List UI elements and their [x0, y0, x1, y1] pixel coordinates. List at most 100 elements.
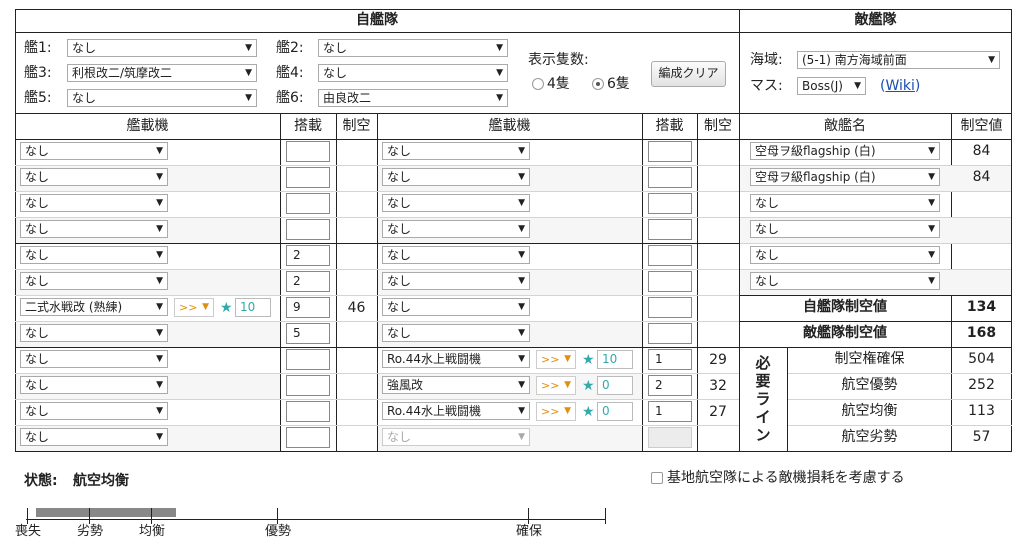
own-fleet-header: 自艦隊 — [356, 12, 398, 28]
enemy-ship-select-5[interactable]: なし ▼ — [750, 246, 940, 264]
mid-slot-input-9[interactable]: 1 — [648, 349, 692, 370]
mid-equip-select-5[interactable]: なし ▼ — [382, 246, 530, 264]
left-proficiency-select-7[interactable]: >> ▼ — [174, 298, 214, 317]
required-value-2: 252 — [968, 377, 995, 393]
left-slot-input-8[interactable]: 5 — [286, 323, 330, 344]
gauge-label-2: 劣勢 — [76, 524, 103, 539]
clear-formation-button[interactable]: 編成クリア — [651, 61, 726, 87]
mid-slot-input-7[interactable] — [648, 297, 692, 318]
left-slot-input-3[interactable] — [286, 193, 330, 214]
mid-slot-input-10[interactable]: 2 — [648, 375, 692, 396]
mid-equip-select-8[interactable]: なし ▼ — [382, 324, 530, 342]
ship4-label: 艦4: — [276, 65, 304, 81]
ship1-select[interactable]: なし ▼ — [67, 39, 257, 57]
mid-air-value-11: 27 — [709, 404, 727, 420]
left-equip-select-5[interactable]: なし ▼ — [20, 246, 168, 264]
mid-improvement-input-9[interactable]: 10 — [597, 350, 633, 369]
left-improvement-input-7[interactable]: 10 — [235, 298, 271, 317]
mid-slot-input-8[interactable] — [648, 323, 692, 344]
ship6-select[interactable]: 由良改二 ▼ — [318, 89, 508, 107]
mid-equip-select-7[interactable]: なし ▼ — [382, 298, 530, 316]
enemy-ship-select-6[interactable]: なし ▼ — [750, 272, 940, 290]
cell-select[interactable]: Boss(J) ▼ — [797, 77, 866, 95]
mid-improvement-input-11[interactable]: 0 — [597, 402, 633, 421]
mid-slot-input-12[interactable] — [648, 427, 692, 448]
enemy-ship-select-3[interactable]: なし ▼ — [750, 194, 940, 212]
left-equip-select-2[interactable]: なし ▼ — [20, 168, 168, 186]
required-char-2: 要 — [755, 372, 771, 390]
enemy-ship-select-4[interactable]: なし ▼ — [750, 220, 940, 238]
gauge-baseline — [26, 519, 606, 520]
required-char-5: ン — [755, 426, 771, 444]
left-equip-select-4[interactable]: なし ▼ — [20, 220, 168, 238]
left-equip-select-7[interactable]: 二式水戦改 (熟練) ▼ — [20, 298, 168, 316]
left-slot-input-9[interactable] — [286, 349, 330, 370]
mid-equip-select-10[interactable]: 強風改 ▼ — [382, 376, 530, 394]
left-slot-input-6[interactable]: 2 — [286, 271, 330, 292]
mid-proficiency-select-10[interactable]: >> ▼ — [536, 376, 576, 395]
ship2-select[interactable]: なし ▼ — [318, 39, 508, 57]
required-label-3: 航空均衡 — [841, 403, 898, 419]
mid-proficiency-select-9[interactable]: >> ▼ — [536, 350, 576, 369]
mid-equip-select-3[interactable]: なし ▼ — [382, 194, 530, 212]
mid-slot-input-6[interactable] — [648, 271, 692, 292]
left-slot-input-11[interactable] — [286, 401, 330, 422]
mid-slot-input-4[interactable] — [648, 219, 692, 240]
left-equip-select-6[interactable]: なし ▼ — [20, 272, 168, 290]
own-air-total-label: 自艦隊制空値 — [803, 299, 887, 315]
mid-slot-input-1[interactable] — [648, 141, 692, 162]
mid-equip-select-12[interactable]: なし ▼ — [382, 428, 530, 446]
display-6-radio[interactable] — [592, 78, 604, 90]
wiki-link[interactable]: Wiki — [885, 78, 914, 94]
gauge-label-3: 均衡 — [138, 524, 165, 539]
gauge-fill — [36, 508, 176, 517]
required-label-1: 制空権確保 — [834, 351, 905, 367]
mid-slot-input-3[interactable] — [648, 193, 692, 214]
mid-slot-input-5[interactable] — [648, 245, 692, 266]
left-slot-input-10[interactable] — [286, 375, 330, 396]
mid-slot-input-2[interactable] — [648, 167, 692, 188]
left-equip-select-12[interactable]: なし ▼ — [20, 428, 168, 446]
left-equip-select-10[interactable]: なし ▼ — [20, 376, 168, 394]
left-equip-select-3[interactable]: なし ▼ — [20, 194, 168, 212]
col-slot-left: 搭載 — [294, 118, 322, 134]
col-air-left: 制空 — [342, 118, 371, 134]
left-slot-input-2[interactable] — [286, 167, 330, 188]
mid-equip-select-9[interactable]: Ro.44水上戦闘機 ▼ — [382, 350, 530, 368]
enemy-ship-select-2[interactable]: 空母ヲ級flagship (白) ▼ — [750, 168, 940, 186]
left-equip-select-9[interactable]: なし ▼ — [20, 350, 168, 368]
sea-area-select[interactable]: (5-1) 南方海域前面 ▼ — [797, 51, 1000, 69]
left-slot-input-7[interactable]: 9 — [286, 297, 330, 318]
mid-equip-select-2[interactable]: なし ▼ — [382, 168, 530, 186]
ship3-select[interactable]: 利根改二/筑摩改二 ▼ — [67, 64, 257, 82]
mid-equip-select-1[interactable]: なし ▼ — [382, 142, 530, 160]
left-equip-select-11[interactable]: なし ▼ — [20, 402, 168, 420]
mid-equip-select-11[interactable]: Ro.44水上戦闘機 ▼ — [382, 402, 530, 420]
left-slot-input-1[interactable] — [286, 141, 330, 162]
required-value-3: 113 — [968, 403, 995, 419]
mid-proficiency-select-11[interactable]: >> ▼ — [536, 402, 576, 421]
left-slot-input-4[interactable] — [286, 219, 330, 240]
enemy-ship-select-1[interactable]: 空母ヲ級flagship (白) ▼ — [750, 142, 940, 160]
required-char-4: イ — [755, 408, 771, 426]
required-label-4: 航空劣勢 — [841, 429, 898, 445]
ship4-select[interactable]: なし ▼ — [318, 64, 508, 82]
left-equip-select-1[interactable]: なし ▼ — [20, 142, 168, 160]
left-equip-select-8[interactable]: なし ▼ — [20, 324, 168, 342]
ship5-select[interactable]: なし ▼ — [67, 89, 257, 107]
left-slot-input-12[interactable] — [286, 427, 330, 448]
row-line — [15, 321, 377, 322]
mid-equip-select-6[interactable]: なし ▼ — [382, 272, 530, 290]
display-4-radio[interactable] — [532, 78, 544, 90]
mid-equip-select-4[interactable]: なし ▼ — [382, 220, 530, 238]
column-header-divider — [15, 139, 1012, 140]
mid-improvement-input-10[interactable]: 0 — [597, 376, 633, 395]
row-line — [377, 295, 739, 296]
status-label: 状態: — [24, 473, 58, 489]
left-slot-input-5[interactable]: 2 — [286, 245, 330, 266]
mid-air-value-9: 29 — [709, 352, 727, 368]
row-line — [15, 191, 377, 192]
base-air-checkbox[interactable] — [651, 472, 663, 484]
mid-slot-input-11[interactable]: 1 — [648, 401, 692, 422]
col-divider-2 — [336, 113, 337, 452]
